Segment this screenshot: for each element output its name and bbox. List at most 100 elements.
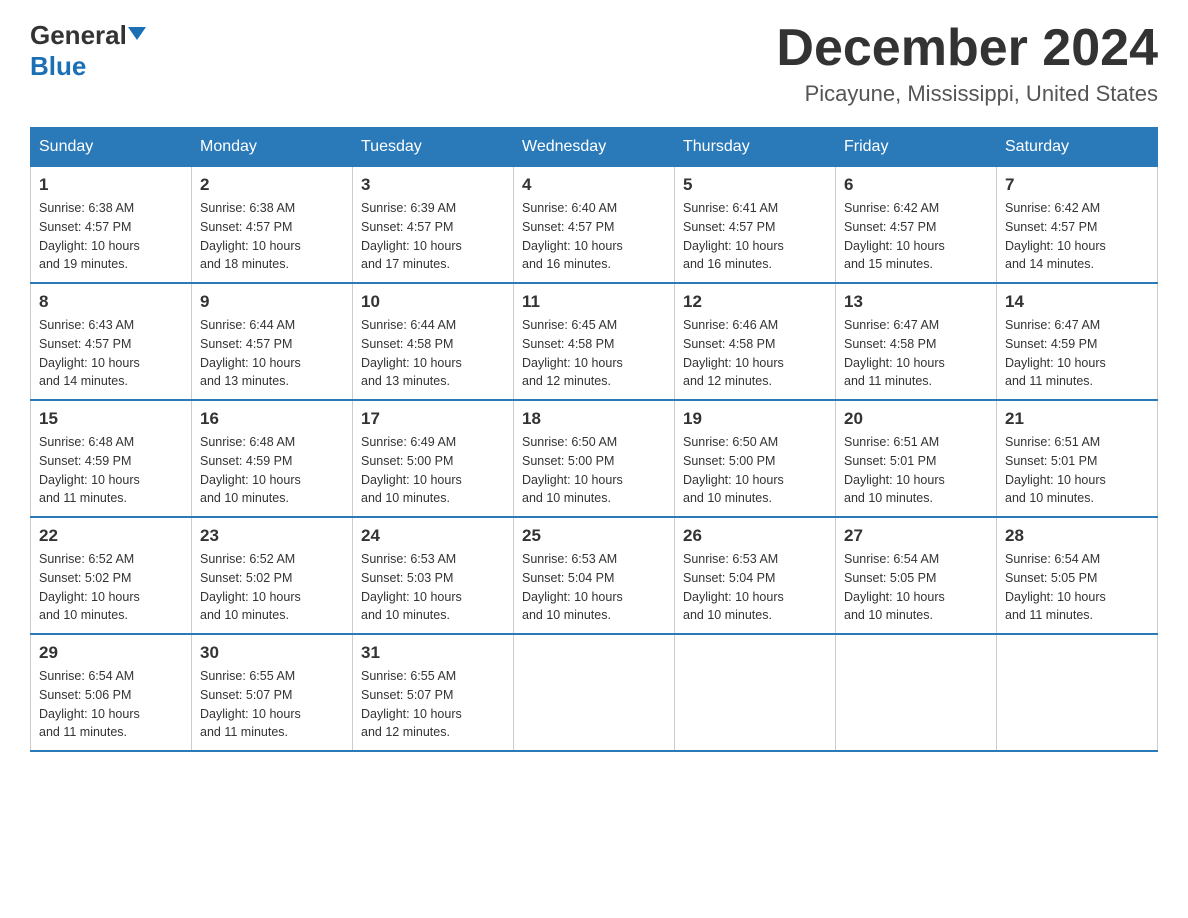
calendar-cell: 2 Sunrise: 6:38 AM Sunset: 4:57 PM Dayli… (192, 167, 353, 284)
day-number: 17 (361, 409, 505, 429)
day-number: 14 (1005, 292, 1149, 312)
day-number: 24 (361, 526, 505, 546)
calendar-cell: 20 Sunrise: 6:51 AM Sunset: 5:01 PM Dayl… (836, 400, 997, 517)
calendar-cell: 15 Sunrise: 6:48 AM Sunset: 4:59 PM Dayl… (31, 400, 192, 517)
calendar-cell: 28 Sunrise: 6:54 AM Sunset: 5:05 PM Dayl… (997, 517, 1158, 634)
location-subtitle: Picayune, Mississippi, United States (776, 81, 1158, 107)
day-info: Sunrise: 6:55 AM Sunset: 5:07 PM Dayligh… (200, 667, 344, 742)
calendar-cell (836, 634, 997, 751)
day-info: Sunrise: 6:51 AM Sunset: 5:01 PM Dayligh… (1005, 433, 1149, 508)
day-number: 30 (200, 643, 344, 663)
calendar-cell: 17 Sunrise: 6:49 AM Sunset: 5:00 PM Dayl… (353, 400, 514, 517)
calendar-cell: 31 Sunrise: 6:55 AM Sunset: 5:07 PM Dayl… (353, 634, 514, 751)
day-info: Sunrise: 6:54 AM Sunset: 5:05 PM Dayligh… (1005, 550, 1149, 625)
day-info: Sunrise: 6:48 AM Sunset: 4:59 PM Dayligh… (39, 433, 183, 508)
day-info: Sunrise: 6:38 AM Sunset: 4:57 PM Dayligh… (39, 199, 183, 274)
day-info: Sunrise: 6:44 AM Sunset: 4:57 PM Dayligh… (200, 316, 344, 391)
calendar-cell: 5 Sunrise: 6:41 AM Sunset: 4:57 PM Dayli… (675, 167, 836, 284)
day-number: 2 (200, 175, 344, 195)
calendar-cell: 4 Sunrise: 6:40 AM Sunset: 4:57 PM Dayli… (514, 167, 675, 284)
day-info: Sunrise: 6:55 AM Sunset: 5:07 PM Dayligh… (361, 667, 505, 742)
weekday-header-saturday: Saturday (997, 128, 1158, 167)
calendar-cell: 9 Sunrise: 6:44 AM Sunset: 4:57 PM Dayli… (192, 283, 353, 400)
calendar-cell: 29 Sunrise: 6:54 AM Sunset: 5:06 PM Dayl… (31, 634, 192, 751)
calendar-cell: 23 Sunrise: 6:52 AM Sunset: 5:02 PM Dayl… (192, 517, 353, 634)
calendar-body: 1 Sunrise: 6:38 AM Sunset: 4:57 PM Dayli… (31, 167, 1158, 752)
calendar-cell: 27 Sunrise: 6:54 AM Sunset: 5:05 PM Dayl… (836, 517, 997, 634)
weekday-header-sunday: Sunday (31, 128, 192, 167)
calendar-cell: 22 Sunrise: 6:52 AM Sunset: 5:02 PM Dayl… (31, 517, 192, 634)
day-info: Sunrise: 6:47 AM Sunset: 4:58 PM Dayligh… (844, 316, 988, 391)
day-number: 16 (200, 409, 344, 429)
day-number: 3 (361, 175, 505, 195)
day-number: 21 (1005, 409, 1149, 429)
logo-general-text: General (30, 20, 127, 51)
day-info: Sunrise: 6:54 AM Sunset: 5:05 PM Dayligh… (844, 550, 988, 625)
calendar-cell: 8 Sunrise: 6:43 AM Sunset: 4:57 PM Dayli… (31, 283, 192, 400)
calendar-cell (675, 634, 836, 751)
logo-blue-text: Blue (30, 51, 86, 82)
calendar-header: SundayMondayTuesdayWednesdayThursdayFrid… (31, 128, 1158, 167)
day-number: 10 (361, 292, 505, 312)
day-info: Sunrise: 6:42 AM Sunset: 4:57 PM Dayligh… (844, 199, 988, 274)
day-number: 1 (39, 175, 183, 195)
day-info: Sunrise: 6:52 AM Sunset: 5:02 PM Dayligh… (200, 550, 344, 625)
calendar-week-row: 15 Sunrise: 6:48 AM Sunset: 4:59 PM Dayl… (31, 400, 1158, 517)
day-number: 20 (844, 409, 988, 429)
day-number: 6 (844, 175, 988, 195)
day-number: 9 (200, 292, 344, 312)
calendar-cell (997, 634, 1158, 751)
calendar-week-row: 22 Sunrise: 6:52 AM Sunset: 5:02 PM Dayl… (31, 517, 1158, 634)
day-number: 12 (683, 292, 827, 312)
calendar-cell: 25 Sunrise: 6:53 AM Sunset: 5:04 PM Dayl… (514, 517, 675, 634)
calendar-cell: 12 Sunrise: 6:46 AM Sunset: 4:58 PM Dayl… (675, 283, 836, 400)
weekday-header-tuesday: Tuesday (353, 128, 514, 167)
day-number: 5 (683, 175, 827, 195)
day-info: Sunrise: 6:44 AM Sunset: 4:58 PM Dayligh… (361, 316, 505, 391)
day-info: Sunrise: 6:51 AM Sunset: 5:01 PM Dayligh… (844, 433, 988, 508)
calendar-cell: 19 Sunrise: 6:50 AM Sunset: 5:00 PM Dayl… (675, 400, 836, 517)
day-info: Sunrise: 6:53 AM Sunset: 5:03 PM Dayligh… (361, 550, 505, 625)
day-info: Sunrise: 6:39 AM Sunset: 4:57 PM Dayligh… (361, 199, 505, 274)
day-number: 8 (39, 292, 183, 312)
day-number: 15 (39, 409, 183, 429)
day-number: 31 (361, 643, 505, 663)
calendar-week-row: 29 Sunrise: 6:54 AM Sunset: 5:06 PM Dayl… (31, 634, 1158, 751)
weekday-header-wednesday: Wednesday (514, 128, 675, 167)
calendar-cell: 21 Sunrise: 6:51 AM Sunset: 5:01 PM Dayl… (997, 400, 1158, 517)
day-info: Sunrise: 6:54 AM Sunset: 5:06 PM Dayligh… (39, 667, 183, 742)
calendar-cell: 11 Sunrise: 6:45 AM Sunset: 4:58 PM Dayl… (514, 283, 675, 400)
calendar-cell: 18 Sunrise: 6:50 AM Sunset: 5:00 PM Dayl… (514, 400, 675, 517)
day-info: Sunrise: 6:53 AM Sunset: 5:04 PM Dayligh… (683, 550, 827, 625)
day-number: 11 (522, 292, 666, 312)
day-info: Sunrise: 6:41 AM Sunset: 4:57 PM Dayligh… (683, 199, 827, 274)
day-number: 13 (844, 292, 988, 312)
calendar-cell: 7 Sunrise: 6:42 AM Sunset: 4:57 PM Dayli… (997, 167, 1158, 284)
day-info: Sunrise: 6:48 AM Sunset: 4:59 PM Dayligh… (200, 433, 344, 508)
day-number: 19 (683, 409, 827, 429)
day-number: 4 (522, 175, 666, 195)
page-header: General Blue December 2024 Picayune, Mis… (30, 20, 1158, 107)
day-info: Sunrise: 6:43 AM Sunset: 4:57 PM Dayligh… (39, 316, 183, 391)
day-info: Sunrise: 6:38 AM Sunset: 4:57 PM Dayligh… (200, 199, 344, 274)
calendar-cell: 14 Sunrise: 6:47 AM Sunset: 4:59 PM Dayl… (997, 283, 1158, 400)
calendar-week-row: 1 Sunrise: 6:38 AM Sunset: 4:57 PM Dayli… (31, 167, 1158, 284)
day-number: 29 (39, 643, 183, 663)
weekday-header-friday: Friday (836, 128, 997, 167)
weekday-header-thursday: Thursday (675, 128, 836, 167)
month-title: December 2024 (776, 20, 1158, 77)
calendar-cell: 3 Sunrise: 6:39 AM Sunset: 4:57 PM Dayli… (353, 167, 514, 284)
day-info: Sunrise: 6:50 AM Sunset: 5:00 PM Dayligh… (522, 433, 666, 508)
day-number: 28 (1005, 526, 1149, 546)
day-info: Sunrise: 6:45 AM Sunset: 4:58 PM Dayligh… (522, 316, 666, 391)
day-info: Sunrise: 6:53 AM Sunset: 5:04 PM Dayligh… (522, 550, 666, 625)
day-number: 25 (522, 526, 666, 546)
day-number: 26 (683, 526, 827, 546)
day-number: 23 (200, 526, 344, 546)
day-number: 7 (1005, 175, 1149, 195)
calendar-cell: 24 Sunrise: 6:53 AM Sunset: 5:03 PM Dayl… (353, 517, 514, 634)
logo: General Blue (30, 20, 146, 82)
day-number: 22 (39, 526, 183, 546)
day-number: 27 (844, 526, 988, 546)
day-info: Sunrise: 6:40 AM Sunset: 4:57 PM Dayligh… (522, 199, 666, 274)
